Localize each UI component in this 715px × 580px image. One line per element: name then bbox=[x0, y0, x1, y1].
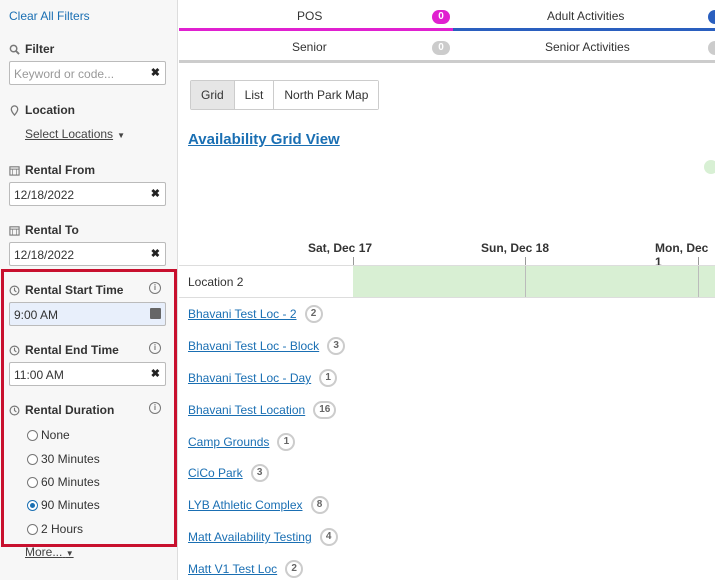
category-tabs-row-1: POS 0 Adult Activities bbox=[179, 0, 715, 31]
clear-icon[interactable]: ✖ bbox=[151, 187, 160, 200]
info-icon[interactable]: i bbox=[149, 282, 161, 294]
count-badge: 0 bbox=[432, 10, 450, 24]
rental-to-input[interactable]: 12/18/2022 ✖ bbox=[9, 242, 166, 266]
select-locations-dropdown[interactable]: Select Locations ▼ bbox=[25, 127, 125, 141]
search-icon bbox=[9, 44, 20, 55]
filter-heading: Filter bbox=[9, 42, 54, 56]
caret-down-icon: ▼ bbox=[117, 131, 125, 140]
more-durations-link[interactable]: More... ▼ bbox=[25, 545, 74, 559]
clear-icon[interactable]: ✖ bbox=[151, 66, 160, 79]
end-time-heading: Rental End Time bbox=[9, 343, 119, 357]
count-badge: 16 bbox=[313, 401, 337, 419]
tab-senior[interactable]: Senior 0 bbox=[179, 32, 453, 63]
start-time-input[interactable]: 9:00 AM bbox=[9, 302, 166, 326]
count-badge bbox=[708, 10, 715, 24]
list-item[interactable]: CiCo Park 3 bbox=[188, 464, 269, 482]
count-badge: 1 bbox=[319, 369, 338, 387]
category-tabs-row-2: Senior 0 Senior Activities bbox=[179, 32, 715, 63]
duration-option-30[interactable]: 30 Minutes bbox=[27, 452, 100, 466]
count-badge bbox=[708, 41, 715, 55]
list-item[interactable]: Bhavani Test Loc - Block 3 bbox=[188, 337, 346, 355]
keyword-search-input[interactable]: Keyword or code... ✖ bbox=[9, 61, 166, 85]
info-icon[interactable]: i bbox=[149, 402, 161, 414]
legend-dot bbox=[704, 160, 715, 174]
count-badge: 1 bbox=[277, 433, 296, 451]
rental-from-input[interactable]: 12/18/2022 ✖ bbox=[9, 182, 166, 206]
list-item[interactable]: Camp Grounds 1 bbox=[188, 433, 296, 451]
calendar-icon bbox=[9, 165, 20, 176]
list-item[interactable]: Matt V1 Test Loc 2 bbox=[188, 560, 304, 578]
location-heading: Location bbox=[9, 103, 75, 117]
map-view-button[interactable]: North Park Map bbox=[274, 81, 379, 109]
info-icon[interactable]: i bbox=[149, 342, 161, 354]
location-row: Location 2 bbox=[179, 265, 715, 298]
count-badge: 4 bbox=[319, 528, 338, 546]
tab-adult-activities[interactable]: Adult Activities bbox=[453, 0, 715, 31]
tab-pos[interactable]: POS 0 bbox=[179, 0, 453, 31]
list-item[interactable]: Bhavani Test Loc - 22 bbox=[188, 305, 323, 323]
duration-option-60[interactable]: 60 Minutes bbox=[27, 475, 100, 489]
list-item[interactable]: Bhavani Test Location 16 bbox=[188, 401, 337, 419]
radio-button[interactable] bbox=[27, 453, 38, 465]
count-badge: 2 bbox=[304, 305, 323, 323]
tab-underline-pos bbox=[179, 28, 453, 31]
end-time-input[interactable]: 11:00 AM ✖ bbox=[9, 362, 166, 386]
rental-to-heading: Rental To bbox=[9, 223, 79, 237]
count-badge: 0 bbox=[432, 41, 450, 55]
duration-option-2h[interactable]: 2 Hours bbox=[27, 522, 83, 536]
start-time-heading: Rental Start Time bbox=[9, 283, 123, 297]
list-item[interactable]: LYB Athletic Complex 8 bbox=[188, 496, 329, 514]
clock-icon bbox=[9, 285, 20, 295]
count-badge: 3 bbox=[250, 464, 269, 482]
page-title[interactable]: Availability Grid View bbox=[188, 131, 340, 148]
radio-button[interactable] bbox=[27, 429, 38, 441]
list-view-button[interactable]: List bbox=[234, 81, 275, 109]
grid-view-button[interactable]: Grid bbox=[191, 81, 235, 109]
count-badge: 3 bbox=[327, 337, 346, 355]
duration-heading: Rental Duration bbox=[9, 403, 114, 417]
clear-all-filters-link[interactable]: Clear All Filters bbox=[9, 9, 90, 23]
day-divider bbox=[525, 266, 526, 297]
tab-underline-adult bbox=[453, 28, 715, 31]
radio-button-selected[interactable] bbox=[27, 499, 38, 511]
clear-icon[interactable]: ✖ bbox=[151, 367, 160, 380]
calendar-icon bbox=[9, 225, 20, 236]
list-item[interactable]: Matt Availability Testing 4 bbox=[188, 528, 338, 546]
filter-sidebar: Clear All Filters Filter Keyword or code… bbox=[0, 0, 178, 580]
map-pin-icon bbox=[10, 104, 19, 116]
clock-icon bbox=[9, 405, 20, 415]
date-header: Sun, Dec 18 bbox=[481, 241, 550, 255]
radio-button[interactable] bbox=[27, 523, 38, 535]
duration-option-90[interactable]: 90 Minutes bbox=[27, 498, 100, 512]
clear-icon[interactable] bbox=[150, 308, 161, 319]
radio-button[interactable] bbox=[27, 476, 38, 488]
count-badge: 2 bbox=[285, 560, 304, 578]
date-header: Sat, Dec 17 bbox=[308, 241, 373, 255]
caret-down-icon: ▼ bbox=[65, 549, 74, 558]
availability-bar[interactable] bbox=[353, 266, 715, 297]
day-divider bbox=[698, 266, 699, 297]
view-toggle: Grid List North Park Map bbox=[190, 80, 380, 110]
rental-from-heading: Rental From bbox=[9, 163, 95, 177]
list-item[interactable]: Bhavani Test Loc - Day 1 bbox=[188, 369, 338, 387]
duration-option-none[interactable]: None bbox=[27, 428, 70, 442]
clock-icon bbox=[9, 345, 20, 355]
clear-icon[interactable]: ✖ bbox=[151, 247, 160, 260]
count-badge: 8 bbox=[310, 496, 329, 514]
tab-senior-activities[interactable]: Senior Activities bbox=[453, 32, 715, 63]
